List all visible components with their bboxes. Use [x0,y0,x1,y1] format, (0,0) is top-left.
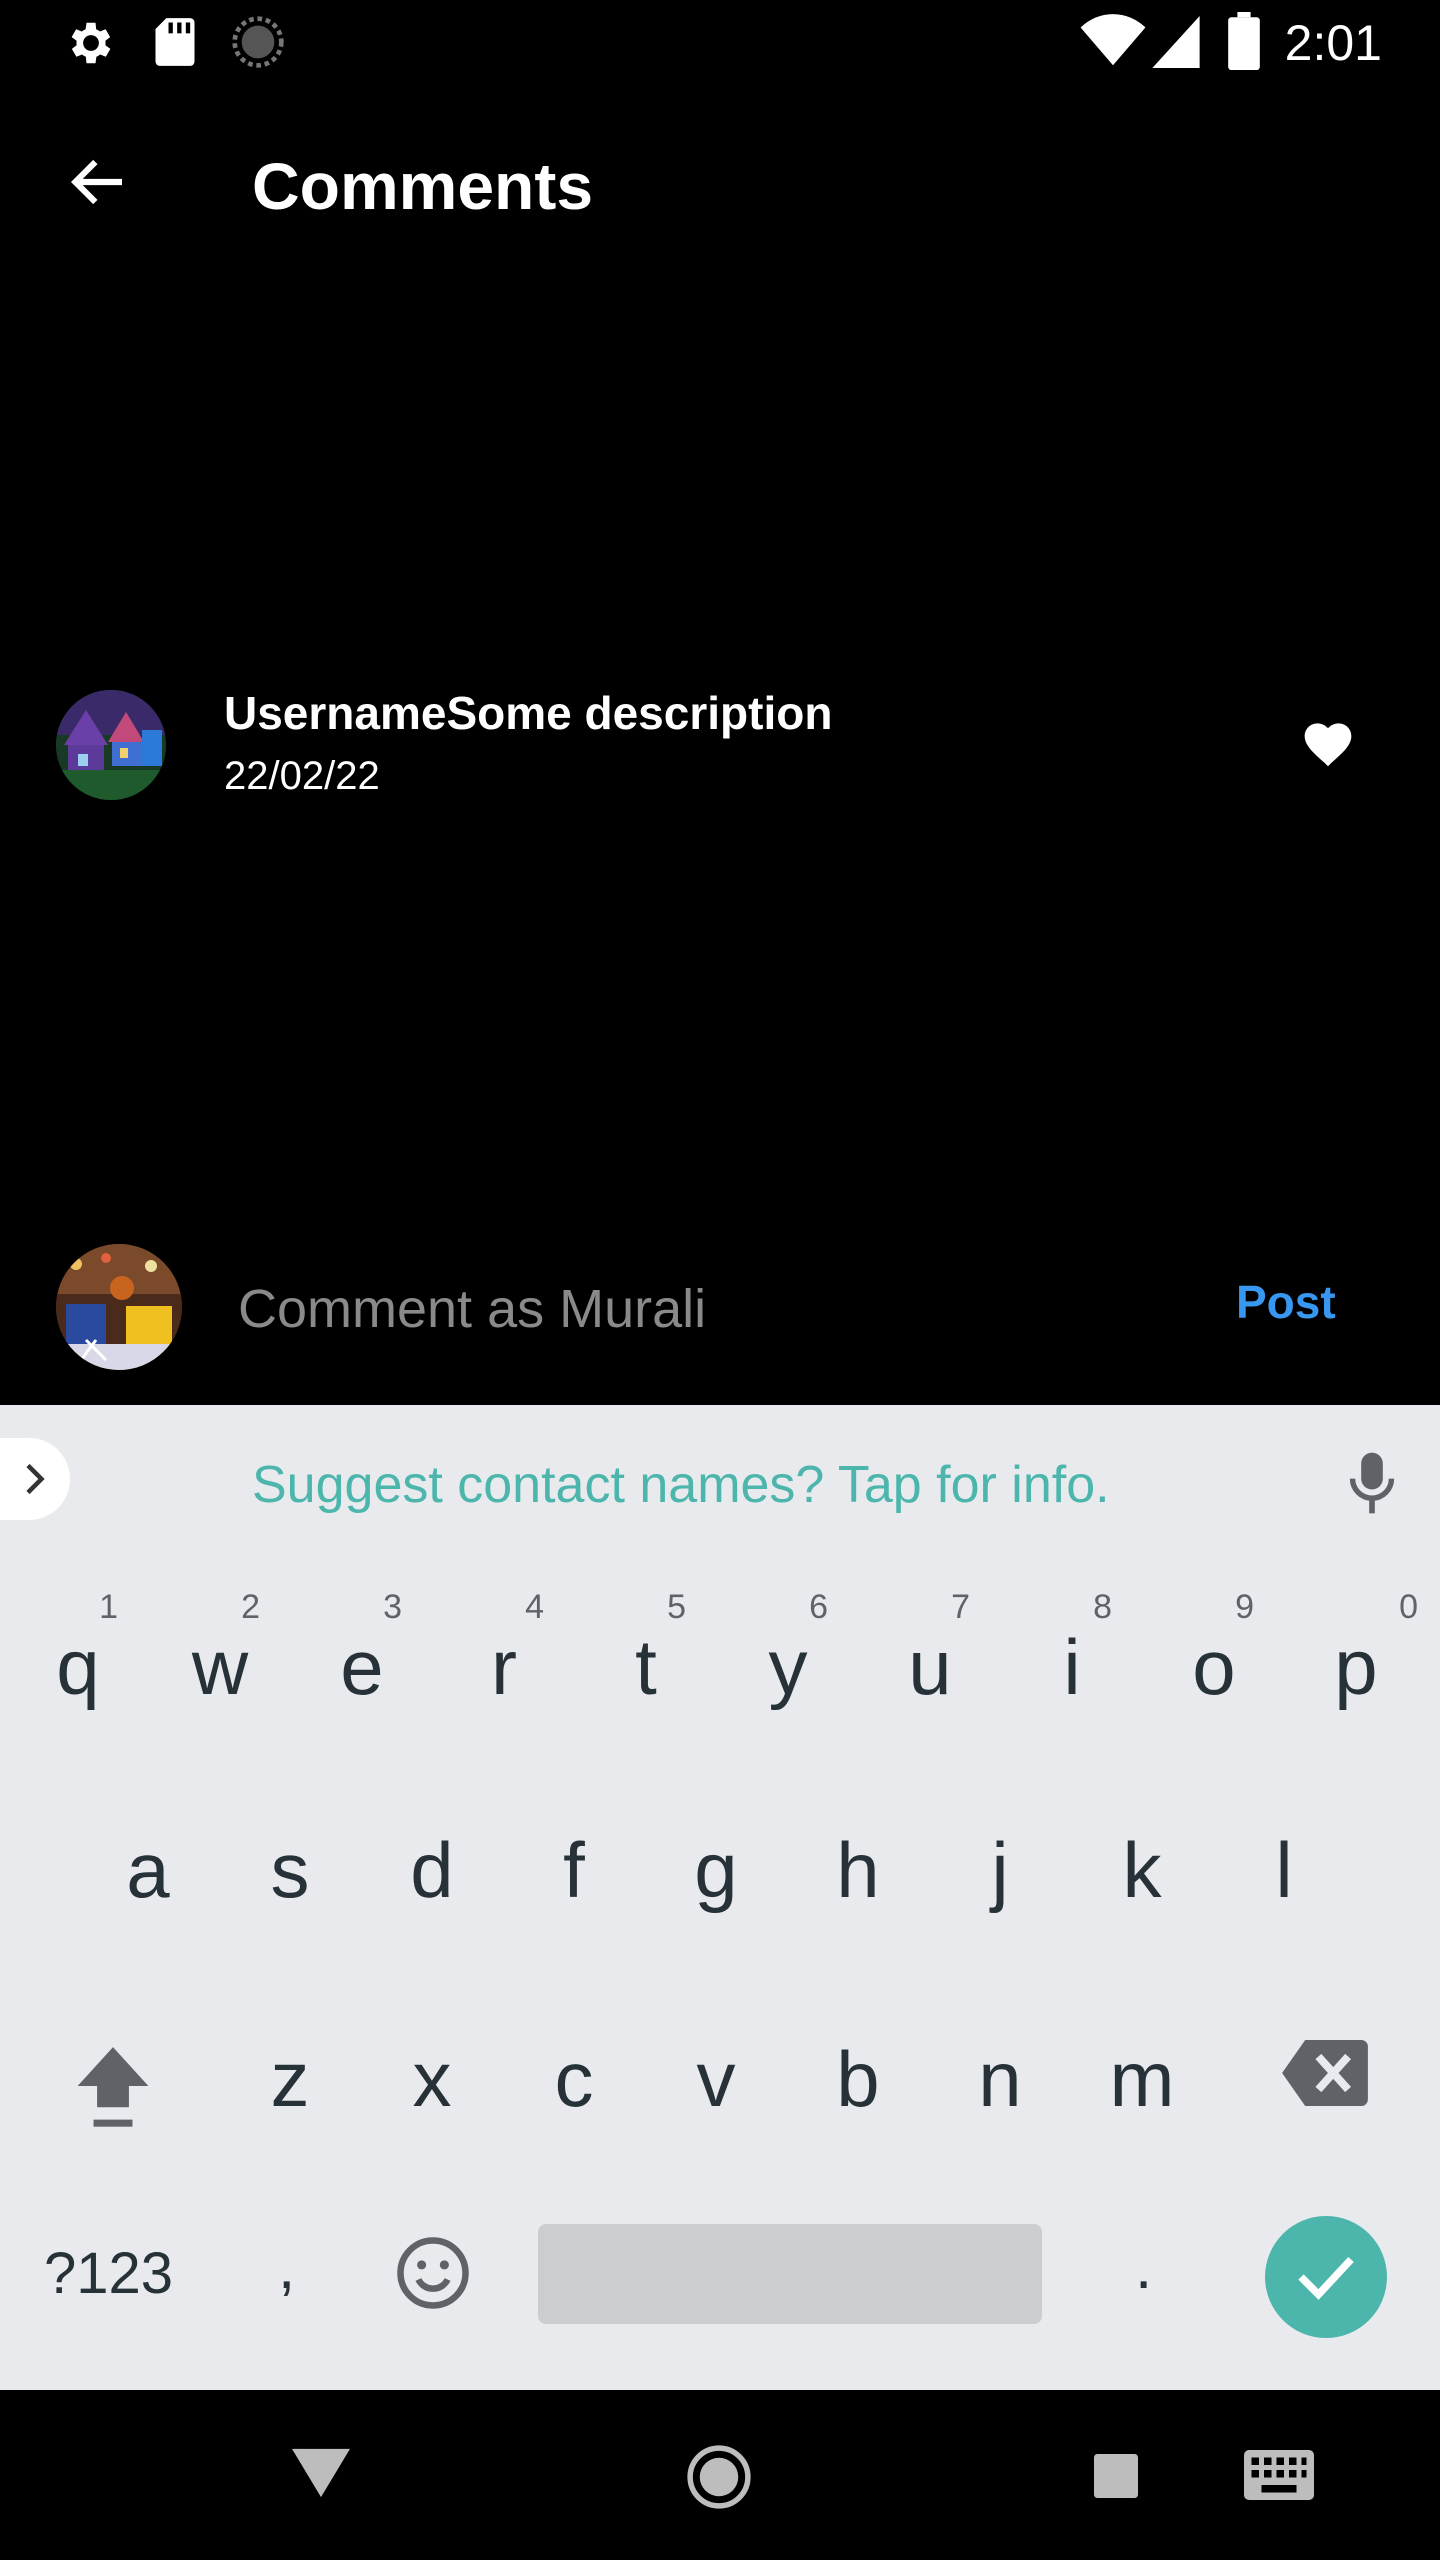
key-hint: 8 [1093,1588,1112,1626]
home-circle-icon[interactable] [686,2444,752,2510]
current-user-avatar [56,1244,182,1370]
key-m[interactable]: m [1070,1994,1214,2164]
app-bar [0,84,1440,280]
key-hint: 9 [1235,1588,1254,1626]
microphone-icon[interactable] [1346,1450,1398,1516]
key-k[interactable]: k [1070,1785,1214,1955]
comma-key[interactable]: , [278,2232,295,2303]
key-i[interactable]: i8 [1000,1582,1144,1752]
key-hint: 5 [667,1588,686,1626]
key-s[interactable]: s [218,1785,362,1955]
status-bar: 2:01 [0,0,1440,84]
key-hint: 3 [383,1588,402,1626]
key-c[interactable]: c [502,1994,646,2164]
recents-square-icon[interactable] [1094,2454,1138,2498]
key-z[interactable]: z [218,1994,362,2164]
key-hint: 6 [809,1588,828,1626]
key-h[interactable]: h [786,1785,930,1955]
battery-icon [1228,12,1260,70]
key-hint: 1 [99,1588,118,1626]
key-r[interactable]: r4 [432,1582,576,1752]
loading-icon [232,16,284,68]
key-l[interactable]: l [1212,1785,1356,1955]
key-w[interactable]: w2 [148,1582,292,1752]
back-triangle-icon[interactable] [292,2448,350,2498]
key-t[interactable]: t5 [574,1582,718,1752]
key-x[interactable]: x [360,1994,504,2164]
key-e[interactable]: e3 [290,1582,434,1752]
comment-date: 22/02/22 [224,754,380,798]
key-q[interactable]: q1 [6,1582,150,1752]
key-o[interactable]: o9 [1142,1582,1286,1752]
key-hint: 7 [951,1588,970,1626]
key-y[interactable]: y6 [716,1582,860,1752]
comment-input[interactable] [236,1268,1200,1350]
key-a[interactable]: a [76,1785,220,1955]
key-v[interactable]: v [644,1994,788,2164]
period-key[interactable]: . [1135,2232,1152,2303]
key-hint: 2 [241,1588,260,1626]
emoji-icon[interactable] [394,2234,472,2312]
signal-icon [1152,16,1200,68]
heart-icon[interactable] [1300,716,1356,768]
comment-username: UsernameSome description [224,687,833,739]
status-time: 2:01 [1284,15,1382,71]
page-title: Comments [252,149,594,223]
key-b[interactable]: b [786,1994,930,2164]
key-u[interactable]: u7 [858,1582,1002,1752]
wifi-icon [1080,14,1146,66]
comment-avatar[interactable] [56,690,166,800]
key-g[interactable]: g [644,1785,788,1955]
symbols-key[interactable]: ?123 [44,2240,173,2307]
key-d[interactable]: d [360,1785,504,1955]
space-key[interactable] [538,2224,1042,2324]
chevron-right-icon [26,1463,45,1495]
key-n[interactable]: n [928,1994,1072,2164]
settings-icon [71,22,111,64]
key-p[interactable]: p0 [1284,1582,1428,1752]
keyboard-icon[interactable] [1244,2450,1314,2500]
key-hint: 0 [1399,1588,1418,1626]
comment-item [0,660,1440,820]
shift-icon[interactable] [70,2040,156,2132]
backspace-icon[interactable] [1282,2040,1368,2106]
avatar-image [56,690,166,800]
key-hint: 4 [525,1588,544,1626]
post-button[interactable]: Post [1236,1275,1336,1329]
avatar-image [56,1244,182,1370]
key-f[interactable]: f [502,1785,646,1955]
check-icon [1298,2256,1354,2300]
done-key[interactable] [1265,2216,1387,2338]
suggestion-text[interactable]: Suggest contact names? Tap for info. [252,1455,1110,1515]
key-j[interactable]: j [928,1785,1072,1955]
sd-card-icon [155,18,195,66]
arrow-back-icon[interactable] [62,150,134,214]
